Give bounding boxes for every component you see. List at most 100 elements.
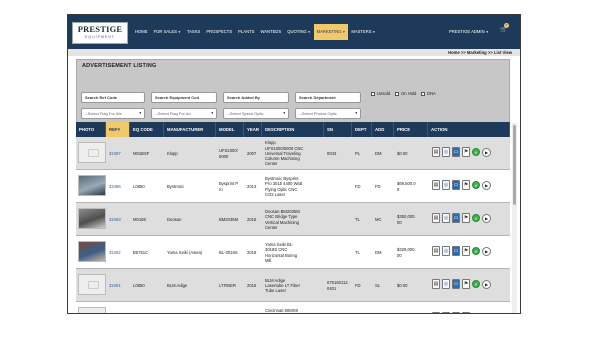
column-header-action[interactable]: ACTION [428,122,510,137]
nav-item-quoting[interactable]: QUOTING ▼ [284,24,313,40]
photos-select-value: --Select Photos Optic [299,111,337,116]
photos-select[interactable]: --Select Photos Optic ▼ [295,108,361,119]
photo-placeholder-icon[interactable] [78,142,106,163]
column-header-year[interactable]: YEAR [244,122,262,137]
nav-item-for-sales[interactable]: FOR SALES ▼ [151,24,184,40]
play-icon[interactable]: ▶ [482,147,491,157]
search-equipment-code-input[interactable]: Search Equipment Cod [151,92,217,103]
globe-icon[interactable]: ◎ [442,147,450,157]
globe-icon[interactable]: ◎ [442,312,450,313]
web-icon[interactable]: ▭ [452,213,460,223]
photo-placeholder-icon[interactable] [78,307,106,313]
clipboard-icon[interactable]: ▤ [432,180,440,190]
cart-icon[interactable]: 🛒 0 [500,23,509,33]
column-header-price[interactable]: PRICE [394,122,428,137]
column-header-dept[interactable]: DEPT [352,122,372,137]
web-icon[interactable]: ▭ [452,279,460,289]
nav-item-home[interactable]: HOME [132,24,151,40]
flag-icon[interactable]: ⚑ [462,213,470,223]
globe-icon[interactable]: ◎ [442,180,450,190]
unsold-checkbox[interactable]: Unsold [371,91,390,96]
nav-item-masters[interactable]: MASTERS ▼ [348,24,378,40]
table-row[interactable]: 32491 L0850 BLM Adige LTFIBER 2016 BLM Adige … [76,269,510,302]
check-icon[interactable]: ✔ [472,181,480,189]
nav-item-label: MASTERS [351,29,372,34]
play-icon[interactable]: ▶ [482,312,491,313]
column-header-sn[interactable]: SN [324,122,352,137]
cell-sn [324,236,352,269]
on-hold-checkbox[interactable]: On Hold [395,91,416,96]
check-icon[interactable]: ✔ [472,148,480,156]
table-row[interactable]: 32490B7015BCincinnati90MX82013Cincinnati… [76,302,510,314]
clipboard-icon[interactable]: ▤ [432,312,440,313]
search-added-by-input[interactable]: Search Added By [223,92,289,103]
clipboard-icon[interactable]: ▤ [432,213,440,223]
table-row[interactable]: 32497 M01BSF Klopp UFS1000/ 5000 2007 Klopp U… [76,137,510,170]
cell-price: $350,000. 00 [397,214,416,225]
cell-ref[interactable]: 32493 [106,203,130,236]
cell-ref[interactable]: 32492 [106,236,130,269]
check-icon[interactable]: ✔ [472,214,480,222]
flag-icon[interactable]: ⚑ [462,279,470,289]
equipment-photo[interactable] [78,208,106,229]
column-header-model[interactable]: MODEL [216,122,244,137]
vertical-scrollbar[interactable] [512,123,517,313]
dna-checkbox[interactable]: DNA [421,91,436,96]
clipboard-icon[interactable]: ▤ [432,147,440,157]
nav-item-marketing[interactable]: MARKETING ▼ [313,24,349,40]
scrollbar-thumb[interactable] [513,125,516,205]
cell-ref[interactable]: 32497 [106,137,130,170]
cell-ref[interactable]: 32490 [106,302,130,313]
table-row[interactable]: 32493 M0188 Doosan BM2035M 2016 Doosan BM2035… [76,203,510,236]
clipboard-icon[interactable]: ▤ [432,279,440,289]
globe-icon[interactable]: ◎ [442,246,450,256]
column-header-add[interactable]: ADD [372,122,394,137]
company-logo[interactable]: PRESTIGE EQUIPMENT [72,22,128,44]
column-header-ref[interactable]: REF# [106,122,130,137]
check-icon[interactable]: ✔ [472,247,480,255]
table-row[interactable]: 32495 L0850 Bystronic Bysprint P ro 2013 Byst… [76,170,510,203]
cell-ref[interactable]: 32491 [106,269,130,302]
nav-item-plants[interactable]: PLANTS [235,24,257,40]
play-icon[interactable]: ▶ [482,213,491,223]
flag-icon[interactable]: ⚑ [462,246,470,256]
check-icon[interactable]: ✔ [472,280,480,288]
user-menu[interactable]: PRESTIGE ADMIN ▼ [449,29,489,34]
nav-item-prospects[interactable]: PROSPECTS [203,24,235,40]
flag-icon[interactable]: ⚑ [462,147,470,157]
play-icon[interactable]: ▶ [482,180,491,190]
flag-ad-select[interactable]: --Select Flag For Ad ▼ [151,108,217,119]
clipboard-icon[interactable]: ▤ [432,246,440,256]
cell-eq-code: L0850 [133,183,145,189]
search-department-input[interactable]: Search Department [295,92,361,103]
flag-icon[interactable]: ⚑ [462,312,470,313]
globe-icon[interactable]: ◎ [442,213,450,223]
play-icon[interactable]: ▶ [482,246,491,256]
breadcrumb: Home >> Marketing >> List View [448,50,512,55]
equipment-photo[interactable] [78,241,106,262]
nav-item-wanteds[interactable]: WANTEDS [257,24,284,40]
globe-icon[interactable]: ◎ [442,279,450,289]
column-header-manufacturer[interactable]: MANUFACTURER [164,122,216,137]
cell-manufacturer: Doosan [167,216,182,222]
equipment-photo[interactable] [78,175,106,196]
cell-model: BM2035M [219,216,239,222]
search-ref-code-input[interactable]: Search Ref Code [81,92,145,103]
column-header-description[interactable]: DESCRIPTION [262,122,324,137]
flag-web-select[interactable]: --Select Flag For We ▼ [81,108,145,119]
flag-icon[interactable]: ⚑ [462,180,470,190]
web-icon[interactable]: ▭ [452,180,460,190]
table-row[interactable]: 32492 B5751C Yama Seiki (Awea) BL-3018S 2018… [76,236,510,269]
web-icon[interactable]: ▭ [452,147,460,157]
cell-ref[interactable]: 32495 [106,170,130,203]
specs-select[interactable]: --Select Specs Optic ▼ [223,108,289,119]
nav-item-tasks[interactable]: TASKS [184,24,203,40]
web-icon[interactable]: ▭ [452,246,460,256]
play-icon[interactable]: ▶ [482,279,491,289]
column-header-eq-code[interactable]: EQ CODE [130,122,164,137]
web-icon[interactable]: ▭ [452,312,460,313]
user-name: PRESTIGE ADMIN [449,29,485,34]
check-icon[interactable]: ✔ [472,313,480,314]
column-header-photo[interactable]: PHOTO [76,122,106,137]
photo-placeholder-icon[interactable] [78,274,106,295]
